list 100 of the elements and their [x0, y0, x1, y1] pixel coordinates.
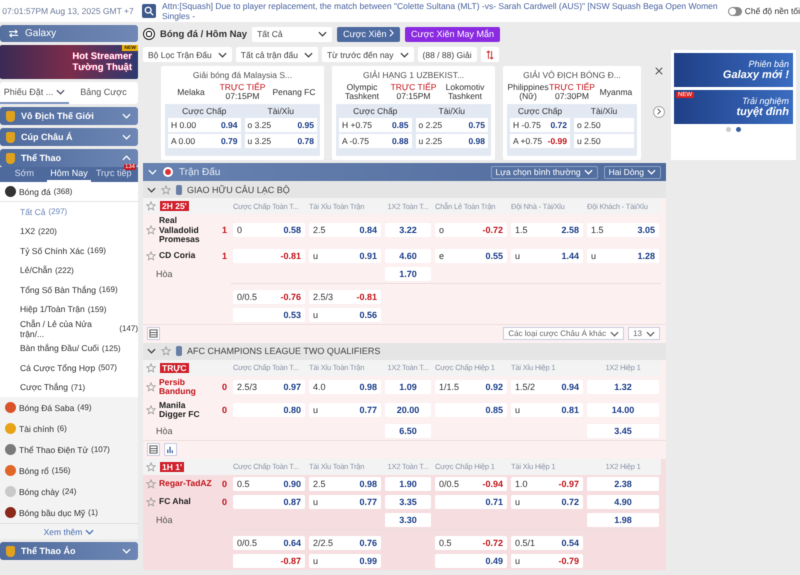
odds-button[interactable]: 0.5 0.90: [233, 476, 305, 490]
odds-button[interactable]: u 0.77: [309, 403, 381, 417]
bet-type-item[interactable]: Tổng Số Bàn Thắng (169): [0, 280, 138, 300]
odds-button[interactable]: u 1.28: [587, 248, 659, 262]
odds-button[interactable]: 2.38: [587, 476, 659, 490]
sport-item[interactable]: Bóng chày (24): [0, 481, 138, 502]
list-button[interactable]: [147, 327, 160, 340]
odds-button[interactable]: 0.5 -0.72: [435, 536, 507, 550]
filter-select[interactable]: Tất cả trận đấu: [236, 47, 318, 62]
star-icon[interactable]: [146, 362, 156, 372]
bet-type-item[interactable]: Tất Cả (297): [0, 202, 138, 222]
show-more-button[interactable]: Xem thêm: [0, 523, 138, 539]
odds-button[interactable]: 3.22: [385, 223, 431, 238]
stats-button[interactable]: [164, 443, 177, 456]
lucky-parlay-button[interactable]: Cược Xiên May Mắn: [405, 26, 500, 42]
odds-button[interactable]: 0/0.5 0.64: [233, 536, 305, 550]
odds-button[interactable]: 1/1.5 0.92: [435, 380, 507, 394]
odds-button[interactable]: u 1.44: [511, 248, 583, 262]
odds-button[interactable]: 1.70: [385, 266, 431, 280]
bet-type-item[interactable]: Chẵn / Lẻ của Nửa trận/... (147): [0, 319, 138, 338]
star-icon[interactable]: [161, 184, 171, 194]
next-button[interactable]: [653, 106, 665, 118]
odds-button[interactable]: 0.85: [435, 403, 507, 417]
odds-button[interactable]: o -0.72: [435, 223, 507, 238]
star-icon[interactable]: [146, 382, 156, 392]
odds-button[interactable]: u 0.72: [511, 494, 583, 508]
market-select[interactable]: Tất Cả: [252, 26, 332, 42]
odds-button[interactable]: o 2.25 0.75: [416, 118, 488, 132]
odds-button[interactable]: 3.30: [385, 512, 431, 526]
odds-button[interactable]: H 0.00 0.94: [168, 118, 240, 132]
slip-tab[interactable]: Bảng Cược: [69, 82, 138, 104]
star-icon[interactable]: [146, 201, 156, 211]
odds-button[interactable]: 1.5/2 0.94: [511, 380, 583, 394]
odds-button[interactable]: 4.0 0.98: [309, 380, 381, 394]
odds-button[interactable]: -0.81: [233, 248, 305, 262]
line-count-select[interactable]: 13: [628, 327, 660, 340]
bet-type-item[interactable]: Lẻ/Chẵn (222): [0, 260, 138, 280]
sport-tab[interactable]: Trực tiếp: [91, 168, 136, 182]
odds-button[interactable]: A -0.75 0.88: [339, 134, 412, 148]
sort-button[interactable]: [480, 47, 499, 62]
sport-item[interactable]: Bóng bầu dục Mỹ (1): [0, 502, 138, 523]
odds-button[interactable]: 2.5 0.98: [309, 476, 381, 490]
section-header[interactable]: Thể Thao Ảo: [0, 542, 138, 560]
star-icon[interactable]: [146, 405, 156, 415]
section-header[interactable]: Cúp Châu Á: [0, 128, 138, 146]
bet-type-item[interactable]: Tỷ Số Chính Xác (169): [0, 241, 138, 260]
filter-select[interactable]: Bộ Lọc Trận Đấu: [143, 47, 232, 62]
odds-button[interactable]: u 2.50: [574, 134, 634, 148]
bet-type-item[interactable]: Hiệp 1/Toàn Trận (159): [0, 300, 138, 319]
odds-button[interactable]: o 3.25 0.95: [244, 118, 317, 132]
star-icon[interactable]: [146, 225, 156, 236]
odds-button[interactable]: 2.5/3 -0.81: [309, 290, 381, 304]
star-icon[interactable]: [146, 496, 156, 506]
odds-button[interactable]: u 0.81: [511, 403, 583, 417]
odds-button[interactable]: 4.60: [385, 248, 431, 262]
odds-button[interactable]: 14.00: [587, 403, 659, 417]
odds-button[interactable]: 1.32: [587, 380, 659, 394]
filter-select[interactable]: Từ trước đến nay: [322, 47, 414, 62]
odds-button[interactable]: u 0.77: [309, 494, 381, 508]
section-header[interactable]: Vô Địch Thế Giới: [0, 107, 138, 125]
odds-button[interactable]: u 0.99: [309, 554, 381, 568]
odds-button[interactable]: 0.80: [233, 403, 305, 417]
league-header[interactable]: GIAO HỮU CÂU LẠC BỘ: [143, 181, 666, 198]
sport-item[interactable]: Bóng Đá Saba (49): [0, 397, 138, 418]
odds-button[interactable]: A 0.00 0.79: [168, 134, 240, 148]
odds-button[interactable]: u 2.25 0.98: [416, 134, 488, 148]
galaxy-header[interactable]: Galaxy: [0, 25, 138, 42]
odds-button[interactable]: 1.90: [385, 476, 431, 490]
sport-item[interactable]: Tài chính (6): [0, 418, 138, 439]
odds-button[interactable]: 20.00: [385, 403, 431, 417]
carousel-dot[interactable]: [736, 127, 741, 132]
sport-item[interactable]: Bóng rổ (156): [0, 460, 138, 481]
odds-button[interactable]: u 0.56: [309, 308, 381, 322]
bet-type-item[interactable]: Cược Thắng (71): [0, 378, 138, 397]
star-icon[interactable]: [146, 250, 156, 260]
search-button[interactable]: [142, 4, 156, 18]
odds-button[interactable]: 0.53: [233, 308, 305, 322]
odds-button[interactable]: 1.0 -0.97: [511, 476, 583, 490]
odds-button[interactable]: 4.90: [587, 494, 659, 508]
odds-button[interactable]: u 0.91: [309, 248, 381, 262]
ad-banner[interactable]: Phiên bản Galaxy mới !: [674, 53, 793, 87]
star-icon[interactable]: [146, 478, 156, 488]
odds-button[interactable]: 3.35: [385, 494, 431, 508]
odds-button[interactable]: 1.98: [587, 512, 659, 526]
odds-button[interactable]: H +0.75 0.85: [339, 118, 412, 132]
odds-button[interactable]: u -0.79: [511, 554, 583, 568]
odds-button[interactable]: H -0.75 0.72: [510, 118, 570, 132]
odds-button[interactable]: 0.49: [435, 554, 507, 568]
slip-tab[interactable]: Phiếu Đặt ...: [0, 82, 69, 104]
view-option-select[interactable]: Lựa chọn bình thường: [490, 166, 598, 178]
odds-button[interactable]: 0 0.58: [233, 223, 305, 238]
sport-item[interactable]: Thể Thao Điện Tử (107): [0, 439, 138, 460]
odds-button[interactable]: 0.5/1 0.54: [511, 536, 583, 550]
odds-button[interactable]: 3.45: [587, 424, 659, 438]
view-option-select[interactable]: Hai Dòng: [604, 166, 661, 178]
bet-type-item[interactable]: Cá Cược Tổng Hợp (507): [0, 358, 138, 378]
odds-button[interactable]: -0.87: [233, 554, 305, 568]
list-button[interactable]: [147, 443, 160, 456]
odds-button[interactable]: 0/0.5 -0.94: [435, 476, 507, 490]
odds-button[interactable]: 1.09: [385, 380, 431, 394]
